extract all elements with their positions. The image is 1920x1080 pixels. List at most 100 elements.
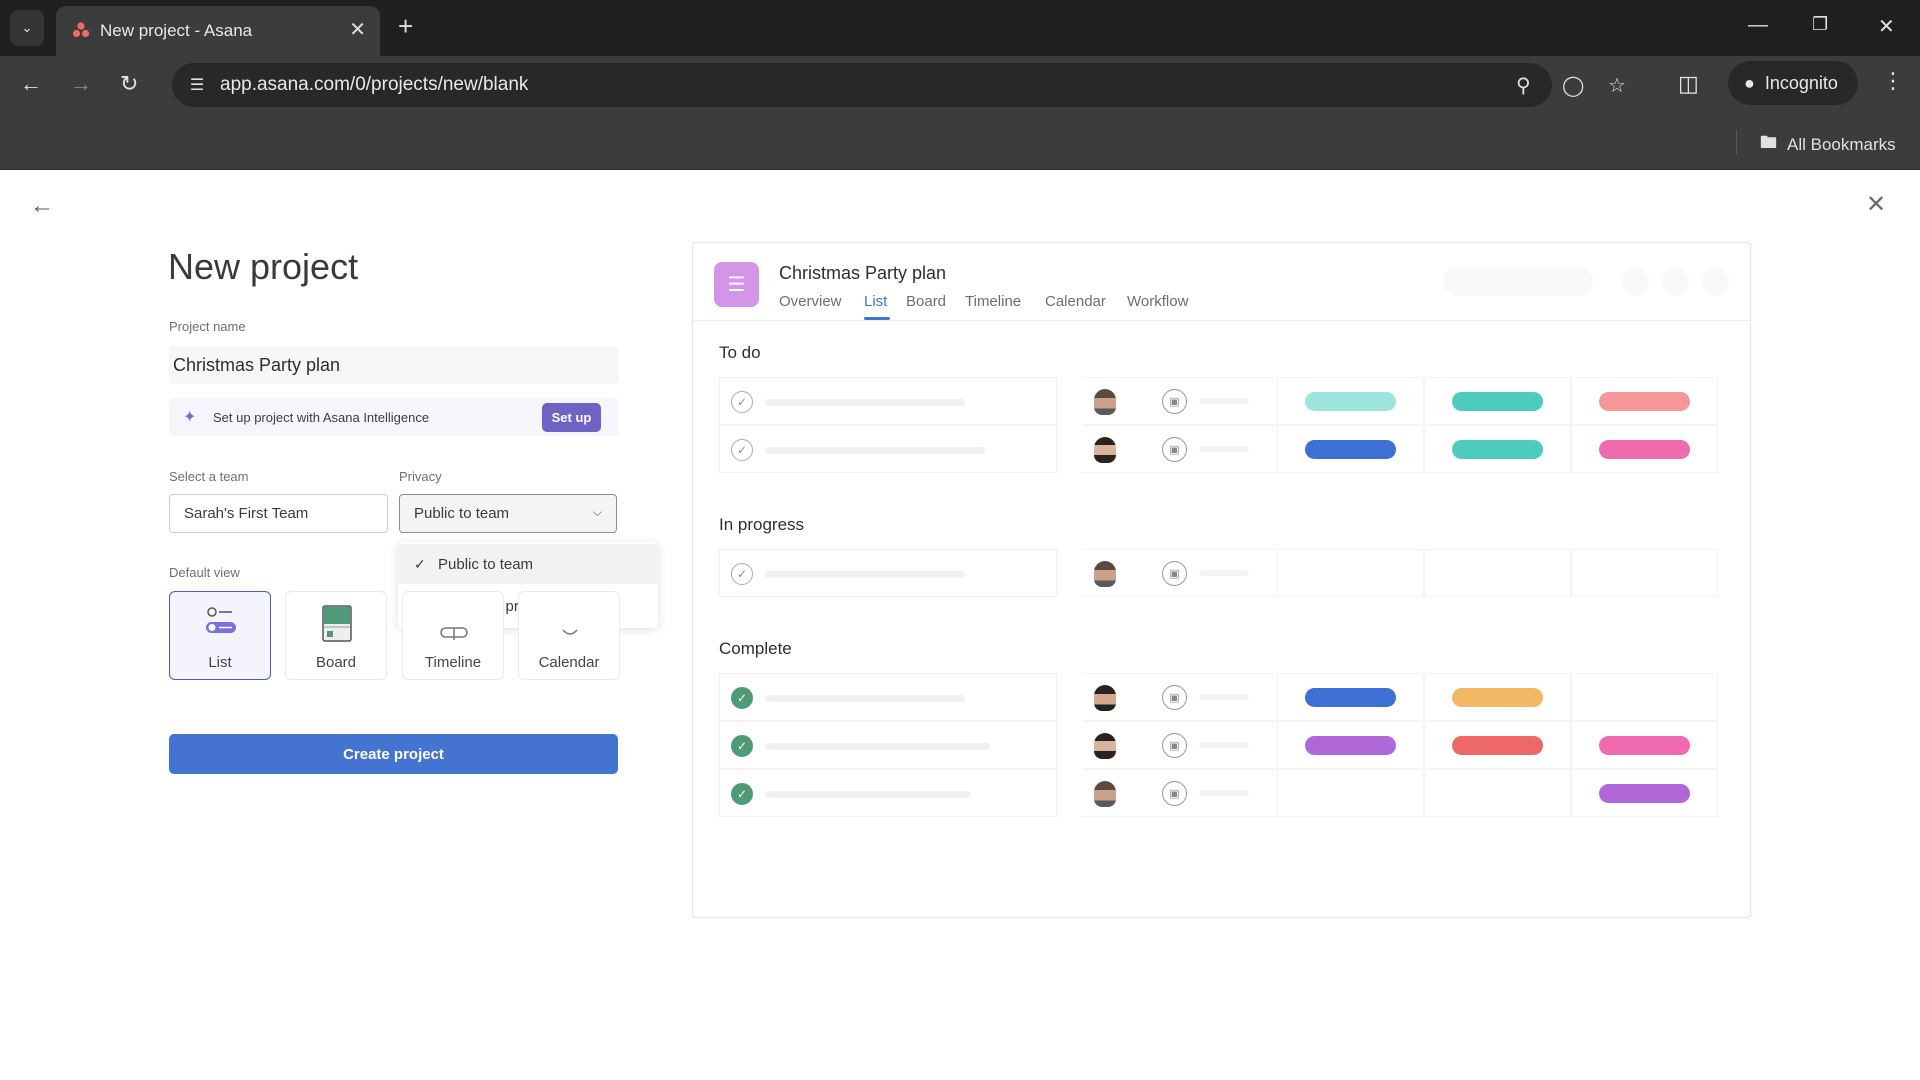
page-title: New project — [168, 246, 359, 287]
task-placeholder — [765, 695, 965, 702]
preview-project-title: Christmas Party plan — [779, 263, 947, 283]
ghost-button — [1701, 267, 1729, 295]
task-row: ✓ ▣ — [719, 769, 1729, 817]
chevron-down-icon: ⌵ — [592, 505, 602, 519]
minimize-icon[interactable]: — — [1748, 14, 1768, 37]
chevron-down-icon: ⌄ — [21, 20, 33, 35]
date-placeholder — [1199, 570, 1249, 576]
project-name-input[interactable] — [169, 346, 618, 384]
calendar-view-icon — [562, 629, 578, 635]
preview-tab-board: Board — [906, 293, 947, 310]
new-project-page: ← ✕ New project Project name ✦ Set up pr… — [0, 170, 1920, 1080]
date-placeholder — [1199, 694, 1249, 700]
task-cell: ✓ — [719, 549, 1057, 597]
field-cell — [1424, 549, 1571, 597]
task-placeholder — [765, 791, 970, 798]
close-icon[interactable]: ✕ — [1866, 190, 1886, 219]
new-tab-icon[interactable]: + — [398, 12, 413, 40]
more-menu-icon[interactable]: ⋮ — [1882, 68, 1904, 94]
calendar-icon: ▣ — [1162, 781, 1187, 806]
calendar-icon: ▣ — [1162, 389, 1187, 414]
bookmarks-bar: 🖿 All Bookmarks — [0, 114, 1920, 170]
forward-icon[interactable]: → — [70, 72, 92, 96]
task-cell: ✓ — [719, 377, 1057, 425]
check-circle-icon: ✓ — [731, 563, 753, 585]
check-circle-icon: ✓ — [731, 735, 753, 757]
check-circle-icon: ✓ — [731, 439, 753, 461]
back-icon[interactable]: ← — [20, 72, 42, 96]
view-option-list[interactable]: List — [169, 591, 271, 680]
tag-pill — [1452, 736, 1543, 755]
date-placeholder — [1199, 446, 1249, 452]
privacy-option-public[interactable]: ✓ Public to team — [398, 544, 658, 584]
star-icon[interactable]: ☆ — [1608, 73, 1626, 98]
side-panel-icon[interactable]: ◫ — [1678, 72, 1699, 96]
check-icon: ✓ — [414, 555, 426, 572]
calendar-icon: ▣ — [1162, 561, 1187, 586]
field-cell — [1571, 673, 1718, 721]
task-row: ✓ ▣ — [719, 721, 1729, 769]
tag-pill — [1305, 440, 1396, 459]
task-cell: ✓ — [719, 673, 1057, 721]
view-option-timeline[interactable]: Timeline — [402, 591, 504, 680]
privacy-label: Privacy — [399, 469, 442, 484]
site-settings-icon[interactable]: ☰ — [182, 71, 212, 99]
url-text[interactable]: app.asana.com/0/projects/new/blank — [220, 74, 528, 96]
section-title: In progress — [719, 515, 805, 534]
view-option-board[interactable]: Board — [285, 591, 387, 680]
task-cell: ✓ — [719, 769, 1057, 817]
reload-icon[interactable]: ↻ — [120, 72, 138, 96]
preview-tab-list: List — [864, 293, 888, 310]
check-circle-icon: ✓ — [731, 391, 753, 413]
back-arrow-icon[interactable]: ← — [30, 192, 54, 220]
restore-icon[interactable]: ❐ — [1812, 14, 1828, 35]
task-placeholder — [765, 399, 965, 406]
tab-search-button[interactable]: ⌄ — [10, 10, 44, 46]
eye-slash-icon[interactable]: ◯ — [1562, 73, 1584, 98]
create-project-button[interactable]: Create project — [169, 734, 618, 774]
project-preview: ☰ Christmas Party plan Overview List Boa… — [692, 242, 1751, 918]
timeline-view-icon — [440, 627, 468, 640]
tag-pill — [1599, 736, 1690, 755]
ghost-button — [1621, 267, 1649, 295]
incognito-badge[interactable]: ● Incognito — [1728, 61, 1858, 105]
ai-setup-banner: ✦ Set up project with Asana Intelligence… — [169, 398, 618, 436]
field-cell — [1277, 549, 1424, 597]
folder-icon: 🖿 — [1760, 133, 1777, 152]
preview-tab-overview: Overview — [779, 293, 842, 310]
team-input[interactable]: Sarah's First Team — [169, 494, 388, 533]
tag-pill — [1452, 392, 1543, 411]
default-view-label: Default view — [169, 565, 240, 580]
zoom-icon[interactable]: ⚲ — [1516, 73, 1531, 98]
task-row: ✓ ▣ — [719, 425, 1729, 473]
calendar-icon: ▣ — [1162, 437, 1187, 462]
board-view-icon — [322, 605, 352, 642]
date-placeholder — [1199, 742, 1249, 748]
view-option-calendar[interactable]: Calendar — [518, 591, 620, 680]
browser-tab-bar: ⌄ New project - Asana ✕ + — ❐ ✕ — [0, 0, 1920, 56]
browser-tab[interactable]: New project - Asana ✕ — [56, 6, 380, 56]
tag-pill — [1599, 392, 1690, 411]
address-bar[interactable]: ☰ app.asana.com/0/projects/new/blank ⚲ ◯… — [172, 63, 1626, 107]
all-bookmarks-button[interactable]: 🖿 All Bookmarks — [1760, 130, 1896, 159]
tag-pill — [1305, 392, 1396, 411]
setup-button[interactable]: Set up — [542, 403, 601, 432]
task-row: ✓ ▣ — [719, 377, 1729, 425]
task-row: ✓ ▣ — [719, 673, 1729, 721]
preview-tab-timeline: Timeline — [965, 293, 1022, 310]
privacy-select[interactable]: Public to team ⌵ — [399, 494, 617, 533]
tab-title: New project - Asana — [100, 21, 253, 40]
task-placeholder — [765, 743, 990, 750]
project-list-icon: ☰ — [714, 262, 759, 307]
task-cell: ✓ — [719, 721, 1057, 769]
tag-pill — [1452, 440, 1543, 459]
task-row: ✓ ▣ — [719, 549, 1729, 597]
ai-banner-text: Set up project with Asana Intelligence — [213, 410, 430, 425]
close-tab-icon[interactable]: ✕ — [349, 17, 366, 42]
tag-pill — [1452, 688, 1543, 707]
section-title: Complete — [719, 639, 792, 658]
close-window-icon[interactable]: ✕ — [1878, 14, 1895, 39]
active-tab-indicator — [864, 317, 890, 320]
date-placeholder — [1199, 398, 1249, 404]
field-cell — [1277, 769, 1424, 817]
